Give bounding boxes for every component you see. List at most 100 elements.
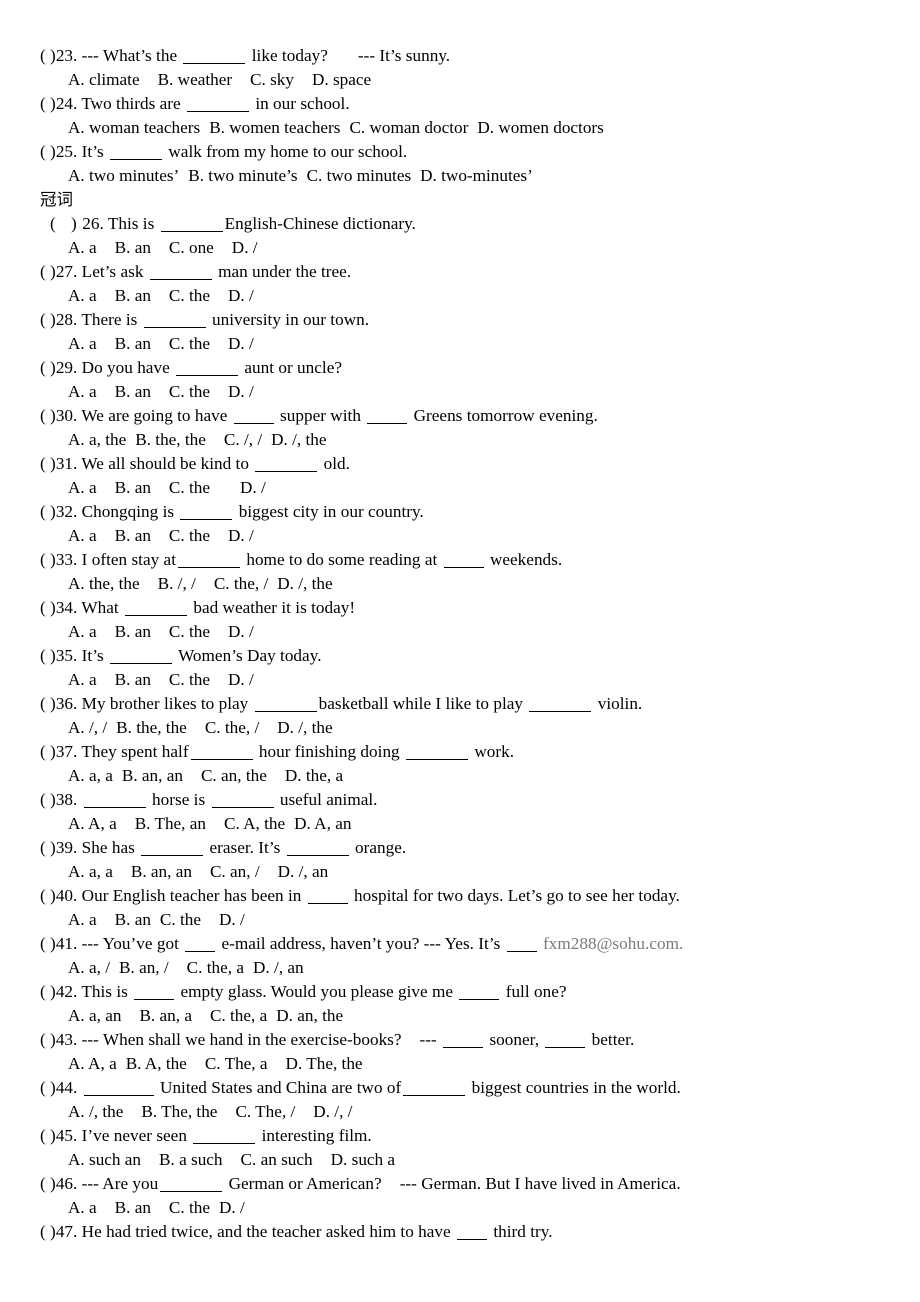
email-address-link[interactable]: fxm288@sohu.com. [543,934,683,953]
option-40-b[interactable]: B. an [115,908,151,932]
answer-bracket-29[interactable]: ( ) [40,358,56,377]
option-26-c[interactable]: C. one [169,236,214,260]
option-41-a[interactable]: A. a, / [68,956,110,980]
answer-bracket-32[interactable]: ( ) [40,502,56,521]
answer-bracket-34[interactable]: ( ) [40,598,56,617]
option-34-a[interactable]: A. a [68,620,97,644]
option-46-d[interactable]: D. / [219,1196,245,1220]
option-33-c[interactable]: C. the, / [214,572,268,596]
option-38-c[interactable]: C. A, the [224,812,285,836]
answer-bracket-24[interactable]: ( ) [40,94,56,113]
option-31-d[interactable]: D. / [240,476,266,500]
answer-bracket-45[interactable]: ( ) [40,1126,56,1145]
answer-bracket-31[interactable]: ( ) [40,454,56,473]
option-38-d[interactable]: D. A, an [294,812,351,836]
option-25-c[interactable]: C. two minutes [307,164,412,188]
option-41-b[interactable]: B. an, / [119,956,169,980]
option-23-c[interactable]: C. sky [250,68,294,92]
answer-bracket-42[interactable]: ( ) [40,982,56,1001]
option-25-a[interactable]: A. two minutes’ [68,164,179,188]
answer-bracket-25[interactable]: ( ) [40,142,56,161]
option-34-c[interactable]: C. the [169,620,210,644]
option-29-c[interactable]: C. the [169,380,210,404]
option-29-a[interactable]: A. a [68,380,97,404]
option-35-d[interactable]: D. / [228,668,254,692]
answer-bracket-33[interactable]: ( ) [40,550,56,569]
option-33-a[interactable]: A. the, the [68,572,140,596]
answer-bracket-46[interactable]: ( ) [40,1174,56,1193]
option-44-c[interactable]: C. The, / [235,1100,295,1124]
option-42-a[interactable]: A. a, an [68,1004,121,1028]
option-32-a[interactable]: A. a [68,524,97,548]
option-41-c[interactable]: C. the, a [187,956,244,980]
option-30-c[interactable]: C. /, / [224,428,262,452]
option-35-b[interactable]: B. an [115,668,151,692]
answer-bracket-41[interactable]: ( ) [40,934,56,953]
option-38-a[interactable]: A. A, a [68,812,117,836]
option-46-c[interactable]: C. the [169,1196,210,1220]
option-24-d[interactable]: D. women doctors [477,116,604,140]
option-23-a[interactable]: A. climate [68,68,140,92]
option-35-c[interactable]: C. the [169,668,210,692]
option-44-d[interactable]: D. /, / [313,1100,352,1124]
option-41-d[interactable]: D. /, an [253,956,304,980]
option-39-d[interactable]: D. /, an [278,860,329,884]
option-26-a[interactable]: A. a [68,236,97,260]
option-27-d[interactable]: D. / [228,284,254,308]
option-30-d[interactable]: D. /, the [271,428,326,452]
option-28-a[interactable]: A. a [68,332,97,356]
option-28-d[interactable]: D. / [228,332,254,356]
option-31-b[interactable]: B. an [115,476,151,500]
option-32-b[interactable]: B. an [115,524,151,548]
option-36-a[interactable]: A. /, / [68,716,107,740]
answer-bracket-38[interactable]: ( ) [40,790,56,809]
option-24-c[interactable]: C. woman doctor [349,116,468,140]
option-43-b[interactable]: B. A, the [126,1052,187,1076]
answer-bracket-44[interactable]: ( ) [40,1078,56,1097]
option-39-b[interactable]: B. an, an [131,860,192,884]
option-25-d[interactable]: D. two-minutes’ [420,164,533,188]
option-30-a[interactable]: A. a, the [68,428,126,452]
option-46-b[interactable]: B. an [115,1196,151,1220]
option-44-b[interactable]: B. The, the [141,1100,217,1124]
option-34-d[interactable]: D. / [228,620,254,644]
answer-bracket-43[interactable]: ( ) [40,1030,56,1049]
option-43-c[interactable]: C. The, a [205,1052,268,1076]
option-32-c[interactable]: C. the [169,524,210,548]
option-23-d[interactable]: D. space [312,68,371,92]
option-35-a[interactable]: A. a [68,668,97,692]
option-38-b[interactable]: B. The, an [135,812,206,836]
option-36-b[interactable]: B. the, the [116,716,187,740]
option-42-d[interactable]: D. an, the [276,1004,343,1028]
option-24-b[interactable]: B. women teachers [209,116,340,140]
option-39-a[interactable]: A. a, a [68,860,113,884]
option-28-b[interactable]: B. an [115,332,151,356]
answer-bracket-30[interactable]: ( ) [40,406,56,425]
option-27-c[interactable]: C. the [169,284,210,308]
answer-bracket-26[interactable]: ( ) [50,214,82,233]
option-36-c[interactable]: C. the, / [205,716,259,740]
option-29-d[interactable]: D. / [228,380,254,404]
option-30-b[interactable]: B. the, the [135,428,206,452]
option-45-c[interactable]: C. an such [241,1148,313,1172]
option-23-b[interactable]: B. weather [158,68,232,92]
option-37-c[interactable]: C. an, the [201,764,267,788]
option-43-d[interactable]: D. The, the [286,1052,363,1076]
option-45-d[interactable]: D. such a [331,1148,395,1172]
option-25-b[interactable]: B. two minute’s [188,164,297,188]
option-24-a[interactable]: A. woman teachers [68,116,200,140]
option-43-a[interactable]: A. A, a [68,1052,117,1076]
option-26-d[interactable]: D. / [232,236,258,260]
option-29-b[interactable]: B. an [115,380,151,404]
option-26-b[interactable]: B. an [115,236,151,260]
option-27-b[interactable]: B. an [115,284,151,308]
option-46-a[interactable]: A. a [68,1196,97,1220]
option-42-c[interactable]: C. the, a [210,1004,267,1028]
option-45-a[interactable]: A. such an [68,1148,141,1172]
option-33-d[interactable]: D. /, the [277,572,332,596]
option-27-a[interactable]: A. a [68,284,97,308]
answer-bracket-36[interactable]: ( ) [40,694,56,713]
option-31-a[interactable]: A. a [68,476,97,500]
option-44-a[interactable]: A. /, the [68,1100,123,1124]
answer-bracket-35[interactable]: ( ) [40,646,56,665]
